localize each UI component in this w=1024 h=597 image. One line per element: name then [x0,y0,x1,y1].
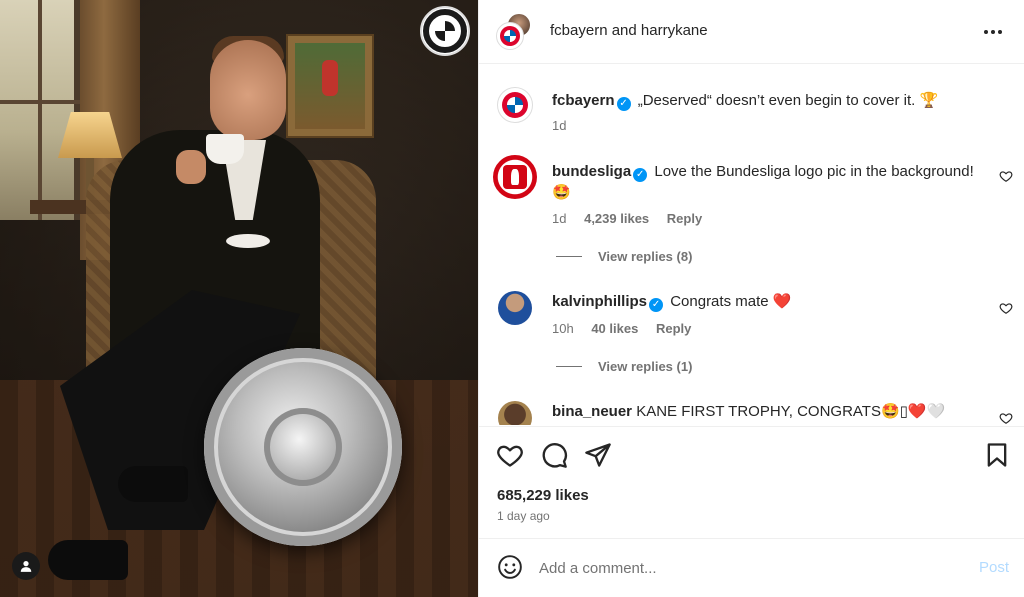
view-replies-button[interactable]: View replies (1) [556,359,692,374]
avatar-fcbayern[interactable] [497,87,533,123]
view-replies-button[interactable]: View replies (8) [556,249,692,264]
wall-picture-figure [322,60,338,96]
hand [176,150,206,184]
verified-badge-icon: ✓ [649,298,664,312]
comment-text-line: bina_neuer KANE FIRST TROPHY, CONGRATS🤩▯… [552,401,945,422]
share-paper-plane-icon[interactable] [584,441,612,469]
comment-bubble-icon[interactable] [540,441,568,469]
like-comment-heart-icon[interactable] [999,169,1013,183]
verified-badge-icon: ✓ [633,168,648,182]
comment-time[interactable]: 1d [552,211,566,226]
comment-text: KANE FIRST TROPHY, CONGRATS🤩▯❤️🤍 [636,403,946,420]
window [0,0,80,220]
like-heart-icon[interactable] [496,441,524,469]
comment-username[interactable]: kalvinphillips [552,293,647,310]
comment-likes[interactable]: 40 likes [591,321,638,336]
comment-text: Love the Bundesliga logo pic in the back… [654,163,974,180]
fc-bayern-logo-icon [420,6,470,56]
comment-meta: 1d 4,239 likes Reply [552,211,702,226]
coffee-cup [206,134,244,164]
avatar-bina-neuer[interactable] [498,401,532,425]
view-replies-label: View replies (8) [598,249,693,264]
comment-username[interactable]: bina_neuer [552,403,632,420]
caption-username[interactable]: fcbayern [552,92,615,109]
add-comment-bar: Post [479,538,1024,597]
post-header-title[interactable]: fcbayern and harrykane [550,22,708,39]
trophy-center [264,408,342,486]
post-header: fcbayern and harrykane [479,0,1024,64]
verified-badge-icon: ✓ [616,97,631,111]
post-sidebar: fcbayern and harrykane fcbayern ✓ „Deserv… [478,0,1024,597]
comment-text-emoji: 🤩 [552,184,571,201]
replies-divider [556,256,582,257]
caption-text: „Deserved“ doesn’t even begin to cover i… [637,92,939,109]
comment-text-line: kalvinphillips ✓ Congrats mate ❤️ [552,291,791,312]
reply-button[interactable]: Reply [656,321,691,336]
comment-time[interactable]: 10h [552,321,574,336]
head [210,40,286,140]
like-comment-heart-icon[interactable] [999,411,1013,425]
more-options-icon[interactable] [979,18,1007,46]
post-actions: 685,229 likes 1 day ago [479,426,1024,538]
post-image[interactable] [0,0,478,597]
avatar-bundesliga[interactable] [493,155,537,199]
avatar-kalvinphillips[interactable] [498,291,532,325]
shoe [48,540,128,580]
comment-text: Congrats mate ❤️ [670,293,792,310]
view-replies-label: View replies (1) [598,359,693,374]
comment-text-line: bundesliga ✓ Love the Bundesliga logo pic… [552,161,992,203]
post-comment-button[interactable]: Post [979,559,1009,576]
save-bookmark-icon[interactable] [983,441,1011,469]
likes-count[interactable]: 685,229 likes [497,487,589,504]
comments-list[interactable]: fcbayern ✓ „Deserved“ doesn’t even begin … [479,65,1024,425]
person-tag-icon[interactable] [12,552,40,580]
emoji-icon[interactable] [497,554,523,580]
like-comment-heart-icon[interactable] [999,301,1013,315]
comment-likes[interactable]: 4,239 likes [584,211,649,226]
comment-input[interactable] [539,556,939,580]
comment-meta: 10h 40 likes Reply [552,321,691,336]
avatar-fcbayern[interactable] [496,22,524,50]
shoe [118,466,188,502]
caption-text-line: fcbayern ✓ „Deserved“ doesn’t even begin … [552,90,938,111]
comment-username[interactable]: bundesliga [552,163,631,180]
reply-button[interactable]: Reply [667,211,702,226]
post-time-ago: 1 day ago [497,509,550,523]
replies-divider [556,366,582,367]
caption-time[interactable]: 1d [552,118,566,133]
saucer [226,234,270,248]
caption-meta: 1d [552,118,566,133]
